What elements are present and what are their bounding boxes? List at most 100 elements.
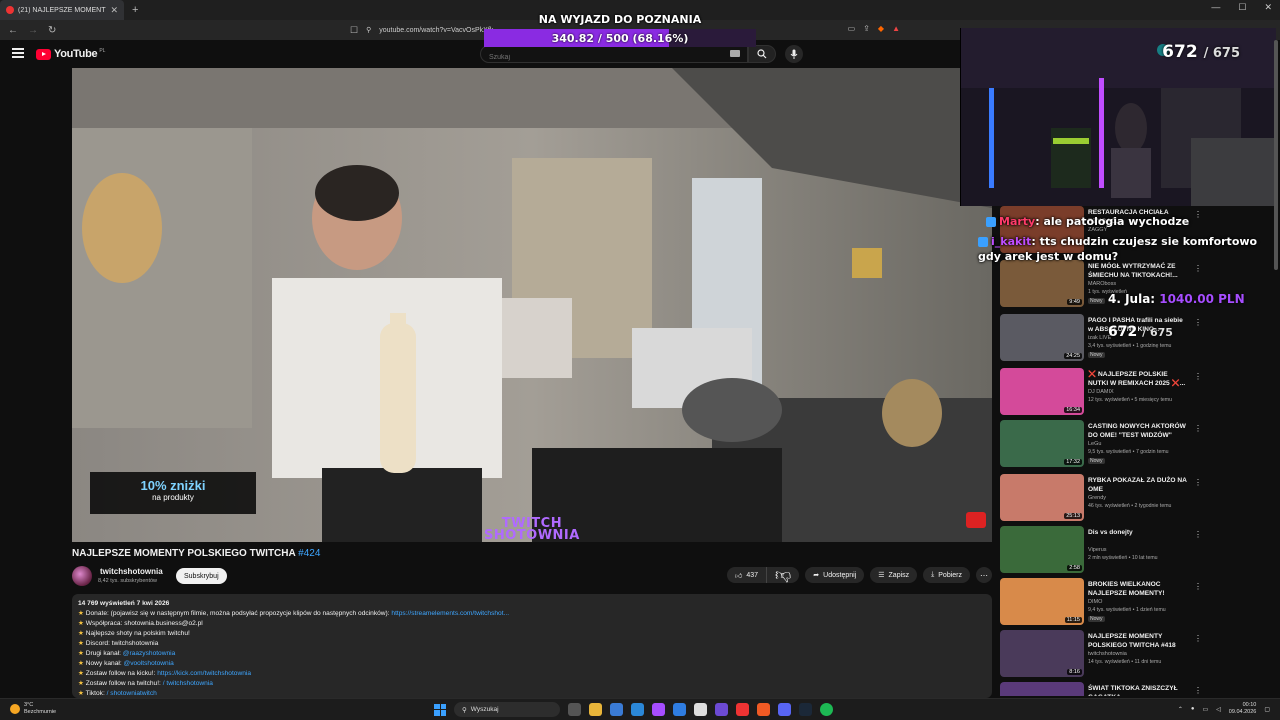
bookmark-icon[interactable]: ☐ (350, 25, 358, 36)
like-button[interactable]: 👍︎ 437 (727, 567, 768, 583)
close-window-icon[interactable]: ✕ (1264, 2, 1272, 13)
recommended-channel[interactable]: Viperus (1088, 547, 1107, 553)
more-options-icon[interactable]: ⋮ (1194, 686, 1202, 695)
video-player[interactable]: 10% zniżki na produkty TWITCH SHOTOWNIA (72, 68, 992, 542)
hamburger-menu-icon[interactable] (12, 48, 24, 58)
maximize-icon[interactable]: ☐ (1238, 2, 1246, 13)
recommended-video[interactable]: 17:32 CASTING NOWYCH AKTORÓW DO OME! "TES… (1000, 420, 1270, 470)
recommended-channel[interactable]: Grendy (1088, 495, 1106, 501)
clock[interactable]: 00:10 09.04.2026 (1229, 702, 1257, 716)
video-description[interactable]: 14 769 wyświetleń 7 kwi 2026 ★ Donate: (… (72, 594, 992, 698)
task-view-icon[interactable] (568, 703, 581, 716)
new-tab-icon[interactable]: + (132, 4, 138, 16)
download-button[interactable]: ⤓ Pobierz (923, 567, 970, 583)
channel-avatar[interactable] (72, 566, 92, 586)
video-thumbnail[interactable]: 8:16 (1000, 630, 1084, 677)
recommended-video[interactable]: 11:15 BROKIES WIELKANOC NAJLEPSZE MOMENTY… (1000, 578, 1270, 628)
recommended-video[interactable]: 16:34 ❌ NAJLEPSZE POLSKIE NUTKI W REMIXAC… (1000, 368, 1270, 418)
more-options-icon[interactable]: ⋮ (1194, 372, 1202, 381)
file-explorer-icon[interactable] (589, 703, 602, 716)
video-thumbnail[interactable]: 25:13 (1000, 474, 1084, 521)
dislike-button[interactable]: 👎︎ (767, 567, 799, 583)
edge-icon[interactable] (673, 703, 686, 716)
more-options-icon[interactable]: ⋮ (1194, 530, 1202, 539)
more-options-icon[interactable]: ⋮ (1194, 318, 1202, 327)
back-icon[interactable]: ← (8, 25, 18, 36)
browser-tab[interactable]: (21) NAJLEPSZE MOMENTY PO... ✕ (0, 0, 124, 20)
share-button[interactable]: ➦ Udostępnij (805, 567, 865, 583)
weather-widget[interactable]: 3°C Bezchmurnie (10, 702, 56, 716)
windows-start-icon[interactable] (434, 703, 446, 716)
more-options-icon[interactable]: ⋮ (1194, 582, 1202, 591)
tray-chevron-icon[interactable]: ⌃ (1178, 706, 1183, 713)
steam-icon[interactable] (799, 703, 812, 716)
description-link[interactable]: https://streamelements.com/twitchshot... (391, 610, 509, 617)
recommended-channel[interactable]: twitchshotownia (1088, 651, 1127, 657)
forward-icon[interactable]: → (28, 25, 38, 36)
recommended-title[interactable]: RYBKA POKAZAŁ ZA DUŻO NA OME (1088, 476, 1188, 494)
recommended-video[interactable]: 8:16 NAJLEPSZE MOMENTY POLSKIEGO TWITCHA … (1000, 630, 1270, 680)
screen-cast-icon[interactable]: ▭ (848, 24, 856, 33)
spotify-icon[interactable] (820, 703, 833, 716)
description-link[interactable]: / twitchshotownia (163, 680, 213, 687)
recommended-channel[interactable]: LeGu (1088, 441, 1101, 447)
site-info-icon[interactable]: ⚲ (366, 26, 371, 34)
share-page-icon[interactable]: ⇪ (863, 24, 870, 33)
recommended-title[interactable]: ŚWIAT TIKTOKA ZNISZCZYŁ GAGATKA... (1088, 684, 1188, 696)
more-options-icon[interactable]: ⋮ (1194, 478, 1202, 487)
teams-icon[interactable] (715, 703, 728, 716)
recommended-channel[interactable]: DIMO (1088, 599, 1102, 605)
video-thumbnail[interactable]: 16:34 (1000, 368, 1084, 415)
video-thumbnail[interactable]: 2:58 (1000, 526, 1084, 573)
recommended-channel[interactable]: MAROboss (1088, 281, 1116, 287)
notifications-icon[interactable]: ▢ (1264, 706, 1270, 713)
brave-icon[interactable] (757, 703, 770, 716)
recommended-title[interactable]: ❌ NAJLEPSZE POLSKIE NUTKI W REMIXACH 202… (1088, 370, 1188, 388)
voice-search-button[interactable] (785, 45, 803, 63)
copilot-icon[interactable] (652, 703, 665, 716)
search-button[interactable] (748, 45, 776, 63)
notepad-icon[interactable] (694, 703, 707, 716)
mic-tray-icon[interactable]: ● (1191, 706, 1195, 712)
mail-icon[interactable] (631, 703, 644, 716)
recommended-title[interactable]: NIE MÓGŁ WYTRZYMAĆ ZE ŚMIECHU NA TIKTOKA… (1088, 262, 1188, 280)
more-actions-button[interactable]: ⋯ (976, 567, 992, 583)
recommended-channel[interactable]: DJ DAMIX (1088, 389, 1114, 395)
chrome-icon[interactable] (736, 703, 749, 716)
channel-name[interactable]: twitchshotownia (100, 567, 163, 576)
store-icon[interactable] (610, 703, 623, 716)
more-options-icon[interactable]: ⋮ (1194, 424, 1202, 433)
recommended-title[interactable]: NAJLEPSZE MOMENTY POLSKIEGO TWITCHA #418 (1088, 632, 1188, 650)
minimize-icon[interactable]: — (1211, 2, 1220, 13)
volume-icon[interactable]: ◁ (1216, 706, 1221, 713)
brave-rewards-icon[interactable]: ▲ (892, 24, 900, 33)
close-tab-icon[interactable]: ✕ (110, 5, 118, 16)
keyboard-icon[interactable] (730, 50, 740, 57)
video-thumbnail[interactable] (1000, 682, 1084, 696)
brave-shield-icon[interactable]: ◆ (878, 24, 884, 33)
recommended-title[interactable]: Dis vs donejty (1088, 528, 1188, 537)
video-thumbnail[interactable]: 24:25 (1000, 314, 1084, 361)
save-button[interactable]: ☰ Zapisz (870, 567, 918, 583)
search-input[interactable] (481, 49, 747, 66)
recommended-title[interactable]: CASTING NOWYCH AKTORÓW DO OME! "TEST WID… (1088, 422, 1188, 440)
recommended-video[interactable]: ŚWIAT TIKTOKA ZNISZCZYŁ GAGATKA... ⋮ (1000, 682, 1270, 696)
description-link[interactable]: @raazyshotownia (123, 650, 176, 657)
description-link[interactable]: https://kick.com/twitchshotownia (157, 670, 251, 677)
subscribe-button[interactable]: Subskrybuj (176, 568, 227, 584)
more-options-icon[interactable]: ⋮ (1194, 264, 1202, 273)
reload-icon[interactable]: ↻ (48, 25, 56, 36)
video-thumbnail[interactable]: 11:15 (1000, 578, 1084, 625)
recommended-video[interactable]: 25:13 RYBKA POKAZAŁ ZA DUŻO NA OME Grendy 4… (1000, 474, 1270, 524)
page-scrollbar[interactable] (1274, 40, 1278, 270)
discord-icon[interactable] (778, 703, 791, 716)
video-thumbnail[interactable]: 9:49 (1000, 260, 1084, 307)
video-title-hashtag[interactable]: #424 (298, 548, 320, 559)
more-options-icon[interactable]: ⋮ (1194, 634, 1202, 643)
taskbar-search[interactable]: ⚲ Wyszukaj (454, 702, 560, 717)
recommended-video[interactable]: 2:58 Dis vs donejty Viperus 2 mln wyświetle… (1000, 526, 1270, 576)
youtube-logo[interactable]: YouTube PL (36, 48, 105, 60)
network-icon[interactable]: ▭ (1203, 706, 1209, 713)
video-thumbnail[interactable]: 17:32 (1000, 420, 1084, 467)
url-text[interactable]: youtube.com/watch?v=VacvOsPkXfk (379, 27, 493, 34)
